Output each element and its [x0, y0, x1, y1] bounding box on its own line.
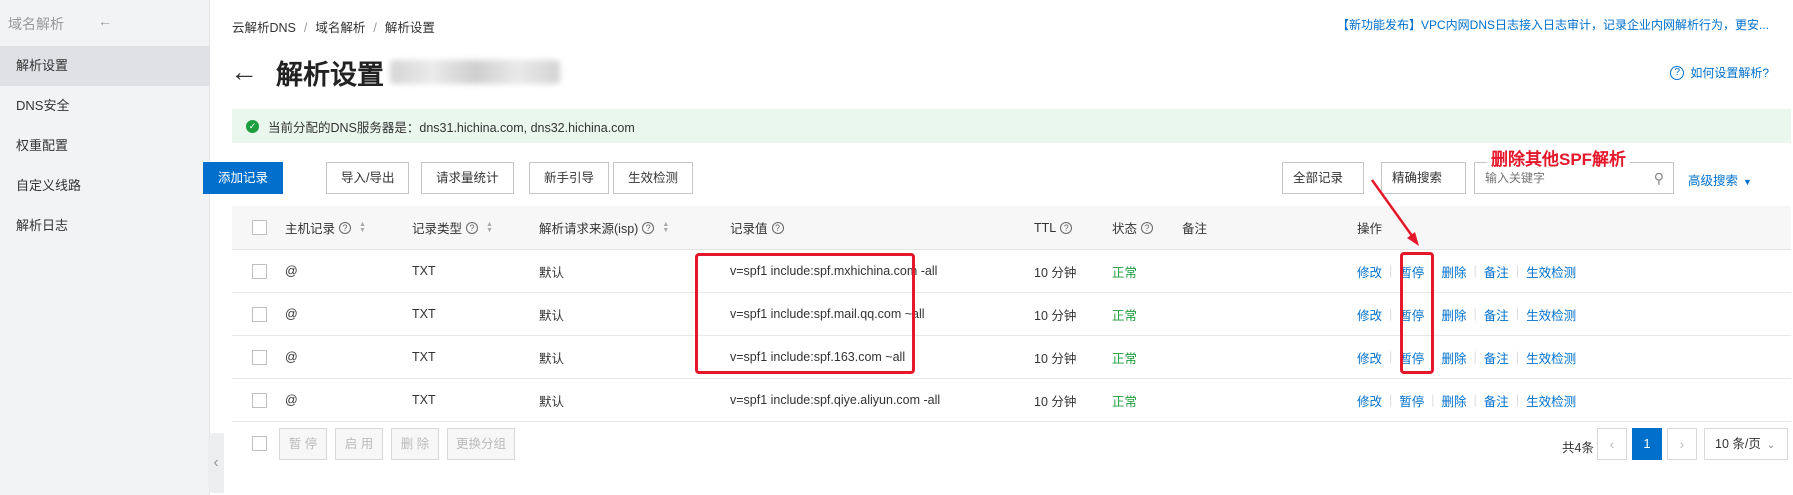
- sidebar-item-resolve-settings[interactable]: 解析设置: [0, 46, 210, 86]
- main-content: 云解析DNS / 域名解析 / 解析设置 【新功能发布】VPC内网DNS日志接入日志审计…: [203, 0, 1793, 495]
- sidebar-title: 域名解析: [8, 16, 64, 32]
- annotation-arrow-icon: [1370, 179, 1419, 246]
- collapse-arrow-icon[interactable]: ←: [98, 13, 112, 29]
- sidebar: 域名解析 ← 解析设置 DNS安全 权重配置 自定义线路 解析日志: [0, 0, 210, 495]
- sidebar-item-custom-line[interactable]: 自定义线路: [0, 166, 210, 206]
- sidebar-item-weight-config[interactable]: 权重配置: [0, 126, 210, 166]
- sidebar-item-resolve-log[interactable]: 解析日志: [0, 206, 210, 246]
- sidebar-item-dns-security[interactable]: DNS安全: [0, 86, 210, 126]
- annotation-label: 删除其他SPF解析: [1487, 145, 1631, 170]
